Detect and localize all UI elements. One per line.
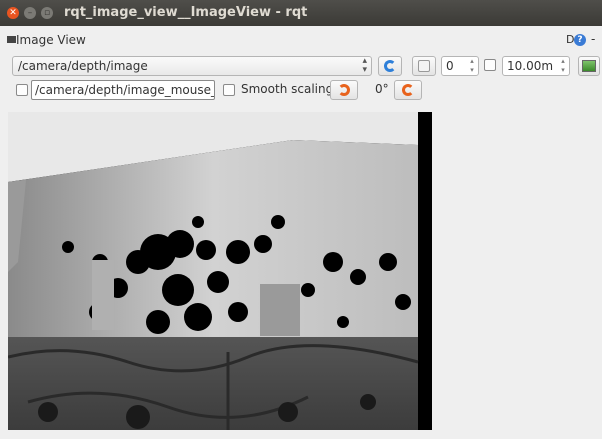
close-icon: ✕ bbox=[9, 7, 17, 18]
close-window-button[interactable]: ✕ bbox=[7, 7, 19, 19]
smooth-scaling-checkbox[interactable] bbox=[223, 84, 235, 96]
zoom-value: 0 bbox=[446, 59, 454, 73]
save-image-button[interactable] bbox=[412, 56, 436, 76]
refresh-topics-button[interactable] bbox=[378, 56, 402, 76]
max-range-value: 10.00m bbox=[507, 59, 554, 73]
mouse-publish-checkbox[interactable] bbox=[16, 84, 28, 96]
image-view[interactable] bbox=[8, 112, 432, 430]
dock-title: Image View bbox=[16, 33, 86, 47]
window-titlebar: ✕ – ▫ rqt_image_view__ImageView - rqt bbox=[0, 0, 602, 26]
smooth-scaling-label: Smooth scaling bbox=[241, 82, 334, 96]
minimize-icon: – bbox=[27, 7, 33, 18]
updown-arrows-icon: ▴ ▾ bbox=[362, 56, 367, 75]
topic-select-value: /camera/depth/image bbox=[18, 59, 148, 73]
depth-image bbox=[8, 112, 432, 430]
dock-grip-icon[interactable] bbox=[7, 36, 16, 43]
spin-arrows-icon[interactable]: ▴ ▾ bbox=[468, 57, 476, 75]
rotation-label: 0° bbox=[375, 82, 389, 96]
rotate-left-icon bbox=[338, 84, 350, 96]
mouse-topic-value: /camera/depth/image_mouse_left bbox=[35, 83, 215, 97]
rotate-right-icon bbox=[402, 84, 414, 96]
dynamic-range-checkbox[interactable] bbox=[484, 59, 496, 71]
max-range-spinbox[interactable]: 10.00m ▴ ▾ bbox=[502, 56, 570, 76]
minimize-window-button[interactable]: – bbox=[24, 7, 36, 19]
help-icon: ? bbox=[577, 35, 583, 45]
zoom-spinbox[interactable]: 0 ▴ ▾ bbox=[441, 56, 479, 76]
rotate-left-button[interactable] bbox=[330, 80, 358, 100]
window-title: rqt_image_view__ImageView - rqt bbox=[64, 5, 308, 20]
mouse-topic-input[interactable]: /camera/depth/image_mouse_left bbox=[31, 80, 215, 100]
dock-titlebar: Image View D ? - bbox=[0, 30, 602, 50]
rotate-right-button[interactable] bbox=[394, 80, 422, 100]
save-icon bbox=[418, 60, 430, 72]
help-button[interactable]: ? bbox=[574, 34, 586, 46]
spin-arrows-icon[interactable]: ▴ ▾ bbox=[559, 57, 567, 75]
maximize-window-button[interactable]: ▫ bbox=[41, 7, 53, 19]
refresh-icon bbox=[384, 60, 396, 72]
screenshot-button[interactable] bbox=[578, 56, 600, 76]
image-icon bbox=[582, 60, 596, 72]
dock-close-button[interactable]: - bbox=[591, 32, 595, 46]
topic-select[interactable]: /camera/depth/image ▴ ▾ bbox=[12, 56, 372, 76]
maximize-icon: ▫ bbox=[43, 7, 51, 18]
